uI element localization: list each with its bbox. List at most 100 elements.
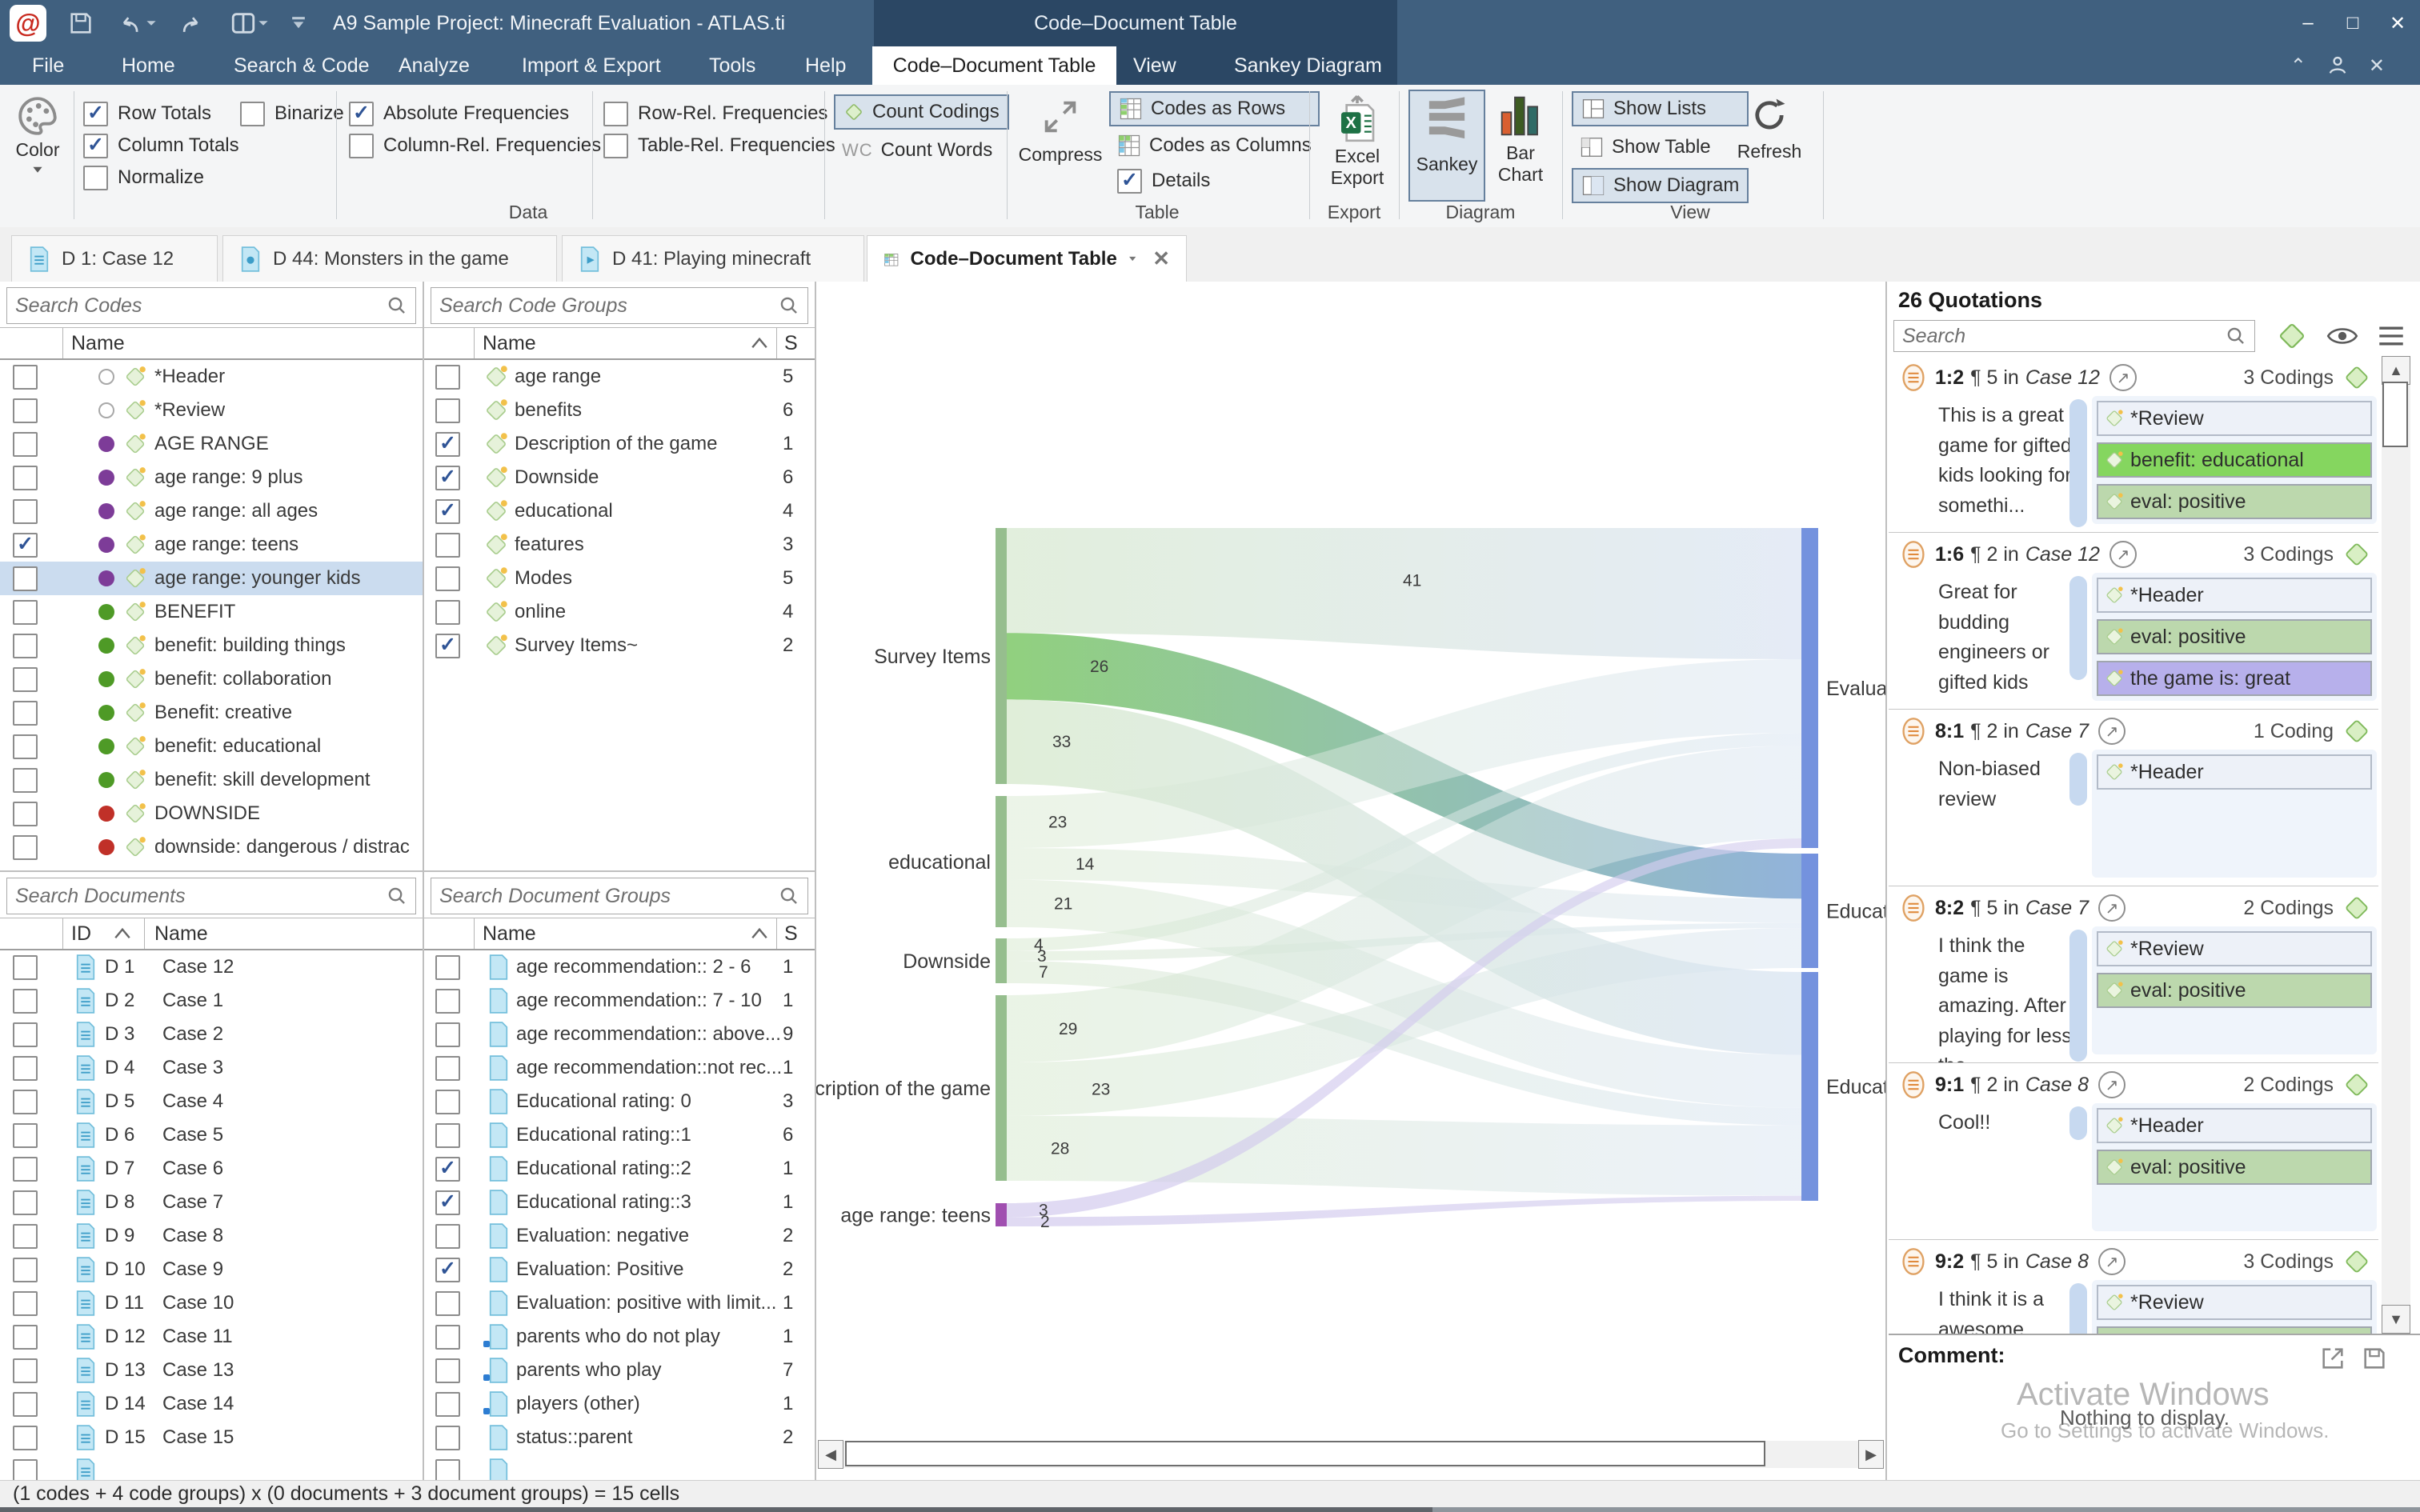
- checkbox[interactable]: [13, 1258, 38, 1282]
- checkbox[interactable]: [13, 667, 38, 692]
- menu-item-analyze[interactable]: Analyze: [399, 54, 470, 78]
- search-code-groups-input[interactable]: Search Code Groups: [431, 287, 808, 324]
- quotation-card-8:1[interactable]: 8:1 ¶ 2 in Case 7 ↗ 1 Coding Non-biased …: [1889, 710, 2378, 886]
- collapse-ribbon-icon[interactable]: ⌃: [2290, 54, 2306, 78]
- checkbox[interactable]: [435, 1325, 460, 1350]
- document-row[interactable]: D 7Case 6: [0, 1152, 423, 1186]
- coding-chip[interactable]: eval: positive: [2097, 973, 2372, 1008]
- document-group-row[interactable]: age recommendation:: above...9: [424, 1018, 815, 1051]
- save-icon[interactable]: [67, 10, 94, 37]
- checkbox[interactable]: [13, 566, 38, 591]
- code-row[interactable]: benefit: collaboration: [0, 662, 423, 696]
- codings-diamond-icon[interactable]: [2343, 1071, 2370, 1098]
- document-group-row[interactable]: Evaluation: negative2: [424, 1219, 815, 1253]
- checkbox[interactable]: [13, 1426, 38, 1450]
- code-group-row[interactable]: features3: [424, 528, 815, 562]
- checkbox[interactable]: [435, 1224, 460, 1249]
- checkbox[interactable]: [13, 768, 38, 793]
- ribbon-checkbox-column-totals[interactable]: Column Totals: [83, 130, 239, 162]
- checkbox[interactable]: [435, 1022, 460, 1047]
- checkbox[interactable]: [13, 955, 38, 980]
- show-diagram-button[interactable]: Show Diagram: [1572, 168, 1749, 203]
- code-group-row[interactable]: Modes5: [424, 562, 815, 595]
- checkbox[interactable]: [83, 134, 108, 158]
- checkbox[interactable]: [13, 634, 38, 658]
- checkbox[interactable]: [435, 1291, 460, 1316]
- checkbox[interactable]: [435, 1358, 460, 1383]
- ribbon-checkbox-row-totals[interactable]: Row Totals: [83, 98, 239, 130]
- code-row[interactable]: BENEFIT: [0, 595, 423, 629]
- checkbox[interactable]: [435, 1258, 460, 1282]
- tab-dropdown-icon[interactable]: [1128, 254, 1136, 264]
- checkbox[interactable]: [13, 802, 38, 826]
- search-document-groups-input[interactable]: Search Document Groups: [431, 878, 808, 914]
- codings-diamond-icon[interactable]: [2343, 364, 2370, 391]
- ribbon-checkbox-row-rel-frequencies[interactable]: Row-Rel. Frequencies: [603, 98, 835, 130]
- customize-toolbar-icon[interactable]: [290, 14, 307, 32]
- quotation-text[interactable]: Cool!!: [1938, 1108, 2074, 1138]
- checkbox[interactable]: [435, 566, 460, 591]
- checkbox[interactable]: [435, 989, 460, 1014]
- menu-item-tools[interactable]: Tools: [709, 54, 755, 78]
- color-button[interactable]: Color: [6, 93, 69, 175]
- checkbox[interactable]: [435, 499, 460, 524]
- document-group-row[interactable]: parents who play7: [424, 1354, 815, 1387]
- checkbox[interactable]: [13, 1325, 38, 1350]
- checkbox[interactable]: [435, 1056, 460, 1081]
- quotation-text[interactable]: This is a great game for gifted kids loo…: [1938, 401, 2074, 521]
- scrollbar-thumb[interactable]: [845, 1441, 1765, 1466]
- compress-button[interactable]: Compress: [1016, 96, 1104, 166]
- excel-export-button[interactable]: X Excel Export: [1319, 94, 1396, 189]
- coding-chip[interactable]: *Review: [2097, 931, 2372, 966]
- checkbox[interactable]: [13, 1190, 38, 1215]
- codings-diamond-icon[interactable]: [2343, 718, 2370, 745]
- document-group-row[interactable]: Educational rating::16: [424, 1118, 815, 1152]
- window-layout-icon[interactable]: [229, 10, 269, 37]
- checkbox[interactable]: [435, 466, 460, 490]
- document-row[interactable]: D 4Case 3: [0, 1051, 423, 1085]
- checkbox[interactable]: [435, 634, 460, 658]
- coding-chip[interactable]: *Review: [2097, 401, 2372, 436]
- document-row[interactable]: D 9Case 8: [0, 1219, 423, 1253]
- code-row[interactable]: *Review: [0, 394, 423, 427]
- coding-chip[interactable]: eval: positive: [2097, 484, 2372, 519]
- user-account-icon[interactable]: [2327, 54, 2348, 78]
- coding-chip[interactable]: *Header: [2097, 1108, 2372, 1143]
- quotation-card-1:2[interactable]: 1:2 ¶ 5 in Case 12 ↗ 3 Codings This is a…: [1889, 356, 2378, 533]
- save-comment-icon[interactable]: [2361, 1345, 2388, 1372]
- code-row[interactable]: DOWNSIDE: [0, 797, 423, 830]
- filter-by-code-icon[interactable]: [2276, 320, 2308, 352]
- menu-item-help[interactable]: Help: [805, 54, 846, 78]
- code-group-row[interactable]: online4: [424, 595, 815, 629]
- sankey-left-node-Survey Items[interactable]: [996, 528, 1007, 784]
- checkbox[interactable]: [13, 1224, 38, 1249]
- checkbox[interactable]: [13, 398, 38, 423]
- maximize-button[interactable]: □: [2330, 0, 2375, 46]
- undo-icon[interactable]: [115, 10, 157, 37]
- tab-close-icon[interactable]: ✕: [1152, 246, 1170, 271]
- quotation-text[interactable]: I think the game is amazing. After playi…: [1938, 931, 2074, 1063]
- codings-diamond-icon[interactable]: [2343, 541, 2370, 568]
- sankey-right-node-1[interactable]: [1801, 854, 1818, 968]
- document-group-row[interactable]: age recommendation::not rec...1: [424, 1051, 815, 1085]
- checkbox[interactable]: [13, 499, 38, 524]
- checkbox[interactable]: [13, 1056, 38, 1081]
- checkbox[interactable]: [13, 432, 38, 457]
- quotation-card-9:2[interactable]: 9:2 ¶ 5 in Case 8 ↗ 3 Codings I think it…: [1889, 1240, 2378, 1334]
- redo-icon[interactable]: [178, 10, 208, 37]
- quotation-card-9:1[interactable]: 9:1 ¶ 2 in Case 8 ↗ 2 Codings Cool!! *He…: [1889, 1063, 2378, 1240]
- document-group-row[interactable]: Evaluation: positive with limit...1: [424, 1286, 815, 1320]
- checkbox[interactable]: [435, 1157, 460, 1182]
- scroll-up-button[interactable]: ▲: [2382, 356, 2410, 385]
- document-row[interactable]: D 10Case 9: [0, 1253, 423, 1286]
- document-group-row[interactable]: players (other)1: [424, 1387, 815, 1421]
- close-button[interactable]: ✕: [2375, 0, 2420, 46]
- code-row[interactable]: AGE RANGE: [0, 427, 423, 461]
- checkbox[interactable]: [349, 102, 374, 126]
- quotation-text[interactable]: I think it is a awesome: [1938, 1285, 2074, 1334]
- coding-chip[interactable]: eval: positive: [2097, 1150, 2372, 1185]
- count-codings-button[interactable]: Count Codings: [834, 94, 1009, 130]
- document-group-row[interactable]: status::parent2: [424, 1421, 815, 1454]
- tab-sankey-diagram[interactable]: Sankey Diagram: [1234, 54, 1382, 78]
- ribbon-checkbox-column-rel-frequencies[interactable]: Column-Rel. Frequencies: [349, 130, 601, 162]
